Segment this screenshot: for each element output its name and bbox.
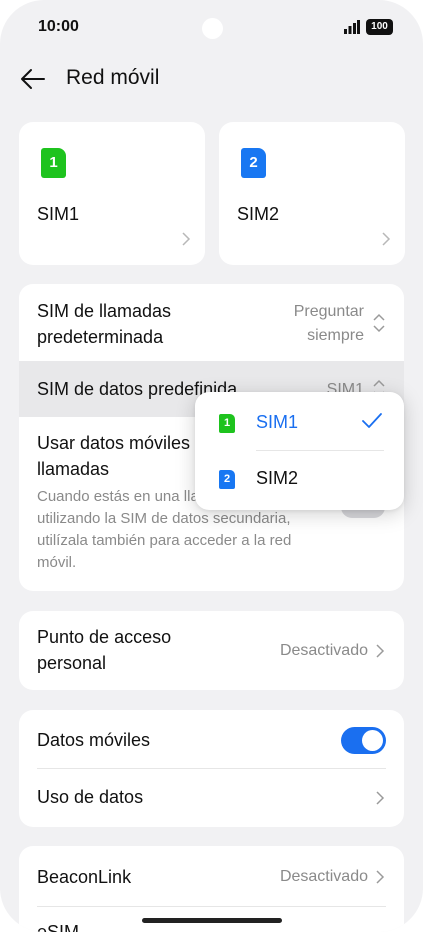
sim2-card[interactable]: 2 SIM2 [219, 122, 405, 265]
sim2-icon: 2 [241, 148, 266, 178]
hotspot-value: Desactivado [279, 642, 368, 659]
mobile-data-calls-label-line2: llamadas [37, 459, 110, 479]
toggle-knob [362, 730, 383, 751]
dropdown-option-label: SIM1 [256, 412, 299, 432]
sim2-name: SIM2 [237, 204, 280, 224]
desc-line: utilízala también para acceder a la red [37, 532, 292, 549]
checkmark-icon [362, 413, 382, 428]
calls-sim-label-line2: predeterminada [37, 327, 164, 347]
beaconlink-value: Desactivado [279, 868, 368, 885]
status-bar: 10:00 100 [0, 0, 423, 56]
front-camera [202, 18, 223, 39]
calls-sim-value-line2: siempre [307, 327, 364, 344]
hotspot-label-line1: Punto de acceso [37, 627, 172, 647]
chevron-right-icon [376, 791, 385, 805]
hotspot-card[interactable]: Punto de acceso personal Desactivado [19, 611, 404, 690]
page-title: Red móvil [66, 66, 160, 89]
data-usage-row[interactable]: Uso de datos [19, 769, 404, 827]
phone-screen: 10:00 100 Red móvil 1 SIM1 2 SIM2 SIM de… [0, 0, 423, 932]
up-down-chevron-icon [373, 313, 385, 333]
status-time: 10:00 [38, 18, 79, 35]
sim1-name: SIM1 [37, 204, 80, 224]
data-usage-label: Uso de datos [37, 787, 144, 807]
signal-icon [344, 20, 360, 34]
divider [37, 906, 386, 907]
chevron-right-icon [376, 644, 385, 658]
data-sim-dropdown: 1 SIM1 2 SIM2 [195, 392, 404, 510]
home-indicator[interactable] [142, 918, 282, 923]
dropdown-option-label: SIM2 [256, 468, 299, 488]
mobile-data-row[interactable]: Datos móviles [19, 710, 404, 768]
chevron-right-icon [376, 870, 385, 884]
dropdown-option-sim1[interactable]: 1 SIM1 [195, 392, 404, 450]
back-arrow-icon[interactable] [16, 62, 50, 96]
dropdown-option-sim2[interactable]: 2 SIM2 [195, 451, 404, 509]
chevron-right-icon [182, 232, 191, 246]
sim2-icon: 2 [219, 470, 235, 489]
esim-label[interactable]: eSIM [37, 920, 79, 932]
sim1-icon: 1 [41, 148, 66, 178]
chevron-right-icon [382, 232, 391, 246]
mobile-data-label: Datos móviles [37, 730, 151, 750]
hotspot-label-line2: personal [37, 653, 107, 673]
mobile-data-toggle[interactable] [341, 727, 386, 754]
calls-sim-row[interactable]: SIM de llamadas predeterminada Preguntar… [19, 284, 404, 361]
beaconlink-row[interactable]: BeaconLink Desactivado [19, 846, 404, 906]
mobile-data-card: Datos móviles Uso de datos [19, 710, 404, 827]
sim1-icon: 1 [219, 414, 235, 433]
desc-line: móvil. [37, 554, 77, 571]
calls-sim-label-line1: SIM de llamadas [37, 301, 172, 321]
page-header: Red móvil [0, 56, 423, 102]
calls-sim-value-line1: Preguntar [293, 303, 364, 320]
sim1-card[interactable]: 1 SIM1 [19, 122, 205, 265]
beaconlink-label: BeaconLink [37, 867, 132, 887]
desc-line: utilizando la SIM de datos secundaria, [37, 510, 291, 527]
battery-icon: 100 [366, 19, 393, 35]
